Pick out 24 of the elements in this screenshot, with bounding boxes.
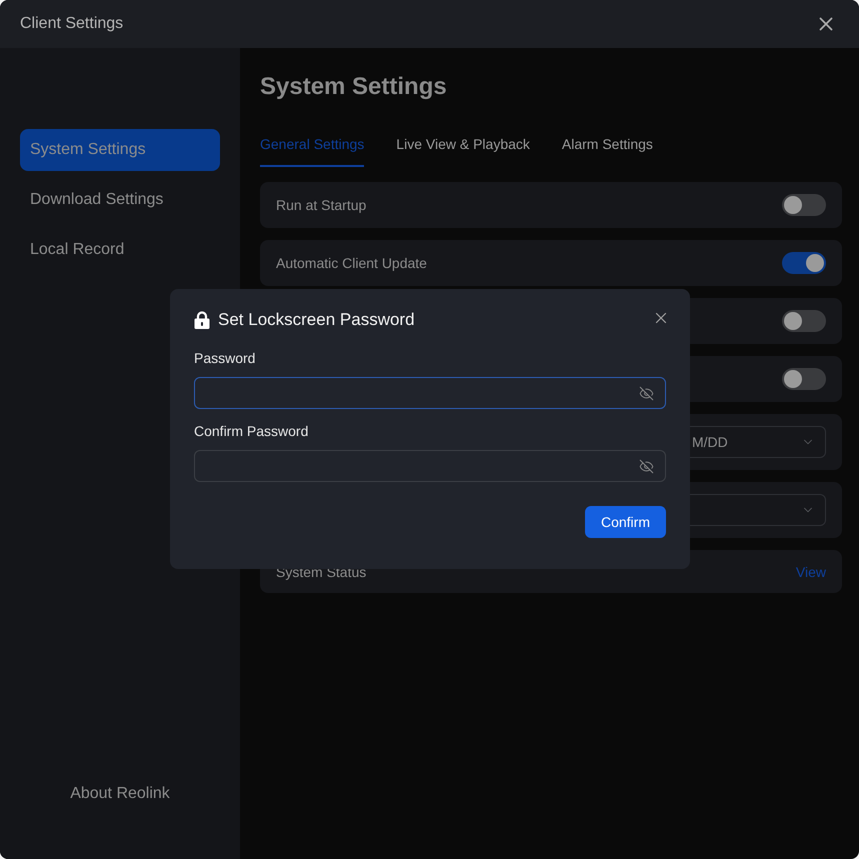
toggle-switch[interactable] <box>782 368 826 390</box>
sidebar-item[interactable]: Download Settings <box>20 179 220 221</box>
sidebar-item[interactable]: System Settings <box>20 129 220 171</box>
tab[interactable]: Live View & Playback <box>396 134 530 167</box>
eye-off-icon[interactable] <box>639 386 654 400</box>
select-value: M/DD <box>692 433 728 452</box>
eye-off-icon[interactable] <box>639 458 654 474</box>
field-label: Confirm Password <box>194 422 310 441</box>
setting-label: Run at Startup <box>276 196 366 215</box>
setting-label: Automatic Client Update <box>276 254 427 273</box>
confirm-button[interactable]: Confirm <box>584 506 666 538</box>
sidebar-item[interactable]: Local Record <box>20 229 220 271</box>
password-field[interactable] <box>194 450 666 482</box>
about-link[interactable]: About Reolink <box>70 782 170 806</box>
toggle-switch[interactable] <box>782 252 826 274</box>
dialog-title: Set Lockscreen Password <box>218 309 415 332</box>
window-title: Client Settings <box>20 14 124 34</box>
toggle-switch[interactable] <box>782 194 826 216</box>
lock-icon <box>194 311 210 329</box>
tab[interactable]: Alarm Settings <box>562 134 653 167</box>
toggle-switch[interactable] <box>782 310 826 332</box>
password-field[interactable] <box>194 377 666 409</box>
page-title: System Settings <box>260 72 448 102</box>
field-label: Password <box>194 349 256 368</box>
